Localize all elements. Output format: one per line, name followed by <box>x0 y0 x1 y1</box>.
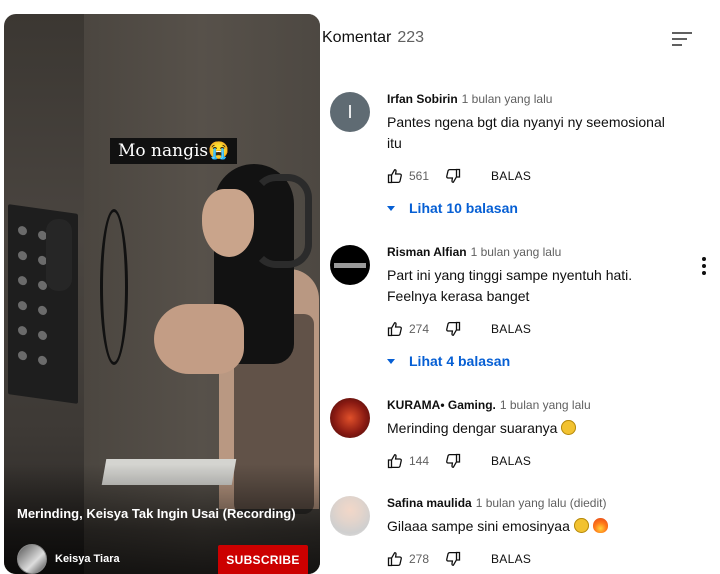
reply-button[interactable]: BALAS <box>491 169 531 183</box>
avatar[interactable]: I <box>330 92 370 132</box>
thumbs-up-icon[interactable] <box>387 551 403 567</box>
like-count: 274 <box>409 322 430 336</box>
comments-header: Komentar 223 <box>322 29 424 47</box>
pop-filter <box>100 209 128 365</box>
comment-actions: 274 BALAS <box>387 319 687 339</box>
sort-icon[interactable] <box>672 30 694 48</box>
triangle-down-icon <box>387 205 395 211</box>
channel-name[interactable]: Keisya Tiara <box>55 553 120 565</box>
triangle-down-icon <box>387 358 395 364</box>
comment-text: Pantes ngena bgt dia nyanyi ny seemosion… <box>387 114 665 151</box>
comment-time[interactable]: 1 bulan yang lalu (diedit) <box>476 496 607 510</box>
view-replies-button[interactable]: Lihat 4 balasan <box>387 353 687 369</box>
reply-button[interactable]: BALAS <box>491 552 531 566</box>
more-vert-icon[interactable] <box>702 257 706 277</box>
thumbs-down-icon[interactable] <box>445 551 461 567</box>
channel-info[interactable]: Keisya Tiara <box>17 544 120 574</box>
video-caption: Mo nangis😭 <box>110 138 238 164</box>
thumbs-down-icon[interactable] <box>445 321 461 337</box>
comment-actions: 144 BALAS <box>387 451 687 471</box>
singer-face <box>202 189 254 257</box>
reply-button[interactable]: BALAS <box>491 322 531 336</box>
comments-count: 223 <box>397 29 425 46</box>
comment-author[interactable]: Irfan Sobirin <box>387 92 458 106</box>
like-count: 144 <box>409 454 430 468</box>
subscribe-button[interactable]: SUBSCRIBE <box>218 545 308 574</box>
headphones <box>252 174 312 268</box>
comment-time[interactable]: 1 bulan yang lalu <box>462 92 553 106</box>
thumbs-up-icon[interactable] <box>387 453 403 469</box>
crying-face-icon <box>573 518 589 533</box>
comment-text: Merinding dengar suaranya <box>387 418 687 439</box>
comment-author[interactable]: KURAMA• Gaming. <box>387 398 496 412</box>
thumbs-down-icon[interactable] <box>445 453 461 469</box>
comment-author[interactable]: Safina maulida <box>387 496 472 510</box>
avatar[interactable] <box>330 398 370 438</box>
comment-actions: 278 BALAS <box>387 549 687 569</box>
avatar[interactable] <box>330 496 370 536</box>
comments-label: Komentar <box>322 29 392 46</box>
view-replies-button[interactable]: Lihat 10 balasan <box>387 200 687 216</box>
like-count: 561 <box>409 169 430 183</box>
channel-avatar[interactable] <box>17 544 47 574</box>
thumbs-up-icon[interactable] <box>387 168 403 184</box>
comment-text: Gilaaa sampe sini emosinyaa <box>387 516 687 537</box>
avatar[interactable] <box>330 245 370 285</box>
video-title[interactable]: Merinding, Keisya Tak Ingin Usai (Record… <box>17 506 296 521</box>
like-count: 278 <box>409 552 430 566</box>
thumbs-up-icon[interactable] <box>387 321 403 337</box>
thumbs-down-icon[interactable] <box>445 168 461 184</box>
reply-button[interactable]: BALAS <box>491 454 531 468</box>
comment-time[interactable]: 1 bulan yang lalu <box>471 245 562 259</box>
fire-icon <box>592 518 608 533</box>
comment-text: Part ini yang tinggi sampe nyentuh hati.… <box>387 267 633 304</box>
comment-actions: 561 BALAS <box>387 166 687 186</box>
singer-hands <box>154 304 244 374</box>
microphone <box>46 219 72 291</box>
video-player[interactable]: Mo nangis😭 Merinding, Keisya Tak Ingin U… <box>4 14 320 574</box>
comment-author[interactable]: Risman Alfian <box>387 245 467 259</box>
crying-face-icon <box>561 420 577 435</box>
comment-time[interactable]: 1 bulan yang lalu <box>500 398 591 412</box>
